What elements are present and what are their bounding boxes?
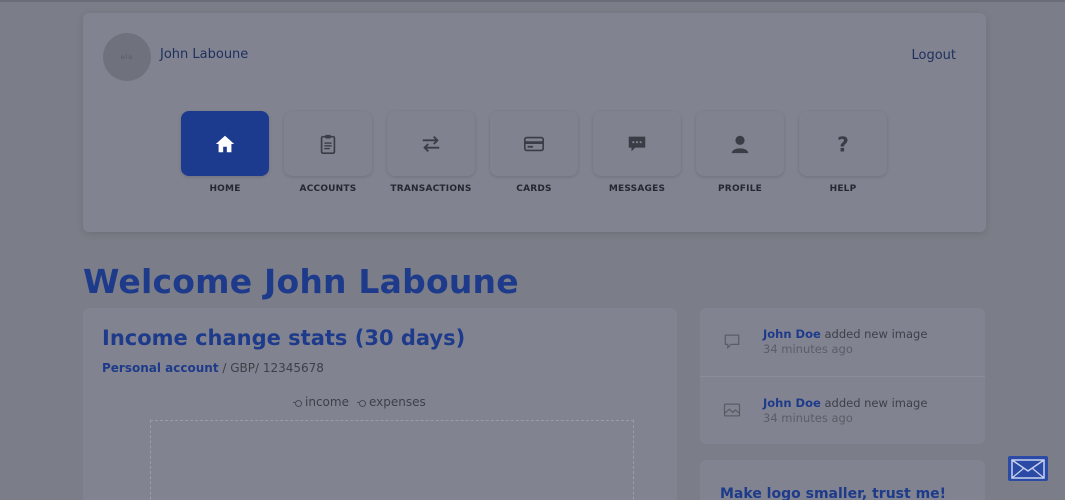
activity-user[interactable]: John Doe xyxy=(763,396,821,410)
activity-item[interactable]: John Doe added new image 34 minutes ago xyxy=(700,308,985,376)
nav-item-profile[interactable]: PROFILE xyxy=(695,111,785,194)
welcome-heading: Welcome John Laboune xyxy=(83,262,519,301)
nav-item-transactions[interactable]: TRANSACTIONS xyxy=(386,111,476,194)
nav-label-transactions: TRANSACTIONS xyxy=(390,184,472,194)
note-title: Make logo smaller, trust me! xyxy=(720,486,947,500)
nav-tile-transactions xyxy=(387,111,475,176)
activity-text: John Doe added new image 34 minutes ago xyxy=(763,396,927,426)
nav-item-messages[interactable]: MESSAGES xyxy=(592,111,682,194)
chart-plot-area xyxy=(150,420,634,500)
comment-icon xyxy=(724,334,740,350)
activity-time: 34 minutes ago xyxy=(763,411,853,425)
nav-tile-home xyxy=(181,111,269,176)
user-icon xyxy=(731,135,749,153)
nav-label-help: HELP xyxy=(829,184,857,194)
legend-income[interactable]: income xyxy=(293,395,349,409)
activity-user[interactable]: John Doe xyxy=(763,327,821,341)
nav-item-cards[interactable]: CARDS xyxy=(489,111,579,194)
avatar[interactable]: ele xyxy=(103,33,151,81)
chat-bubble-icon xyxy=(628,136,646,151)
question-mark-icon: ? xyxy=(837,133,849,155)
nav-label-home: HOME xyxy=(209,184,241,194)
home-icon xyxy=(215,135,235,152)
nav-label-messages: MESSAGES xyxy=(608,184,666,194)
stats-title: Income change stats (30 days) xyxy=(102,326,466,350)
activity-time: 34 minutes ago xyxy=(763,342,853,356)
svg-text:?: ? xyxy=(837,133,849,155)
legend-expenses-label: expenses xyxy=(368,395,426,409)
nav-label-cards: CARDS xyxy=(516,184,552,194)
envelope-icon xyxy=(1011,458,1045,479)
logout-link[interactable]: Logout xyxy=(911,48,956,63)
top-border xyxy=(0,0,1065,2)
activity-action: added new image xyxy=(820,327,928,341)
chart-legend: income expenses xyxy=(293,395,426,409)
nav-tile-messages xyxy=(593,111,681,176)
note-card: Make logo smaller, trust me! xyxy=(700,460,985,500)
nav-label-profile: PROFILE xyxy=(718,184,762,194)
activity-action: added new image xyxy=(820,396,928,410)
clipboard-icon xyxy=(320,134,336,154)
account-label[interactable]: Personal account xyxy=(102,361,219,375)
nav-tile-profile xyxy=(696,111,784,176)
nav-item-help[interactable]: ? HELP xyxy=(798,111,888,194)
header-card: ele John Laboune Logout HOME ACCOUNTS TR… xyxy=(83,13,986,232)
legend-expenses[interactable]: expenses xyxy=(356,395,426,409)
account-line: Personal account / GBP/ 12345678 xyxy=(102,361,324,375)
user-name: John Laboune xyxy=(160,47,249,62)
nav-item-home[interactable]: HOME xyxy=(180,111,270,194)
legend-expenses-marker xyxy=(356,399,366,407)
account-meta: / GBP/ 12345678 xyxy=(218,361,324,375)
activity-text: John Doe added new image 34 minutes ago xyxy=(763,327,927,357)
income-stats-card: Income change stats (30 days) Personal a… xyxy=(83,308,677,500)
credit-card-icon xyxy=(524,136,544,151)
image-icon xyxy=(723,403,741,417)
nav-item-accounts[interactable]: ACCOUNTS xyxy=(283,111,373,194)
legend-income-label: income xyxy=(305,395,349,409)
activity-item[interactable]: John Doe added new image 34 minutes ago xyxy=(700,376,985,444)
transfer-arrows-icon xyxy=(422,135,440,152)
activity-feed: John Doe added new image 34 minutes ago … xyxy=(700,308,985,444)
legend-income-marker xyxy=(293,399,302,407)
mail-button[interactable] xyxy=(1008,456,1048,481)
nav-label-accounts: ACCOUNTS xyxy=(299,184,357,194)
nav-tile-help: ? xyxy=(799,111,887,176)
nav-tile-cards xyxy=(490,111,578,176)
nav-tile-accounts xyxy=(284,111,372,176)
